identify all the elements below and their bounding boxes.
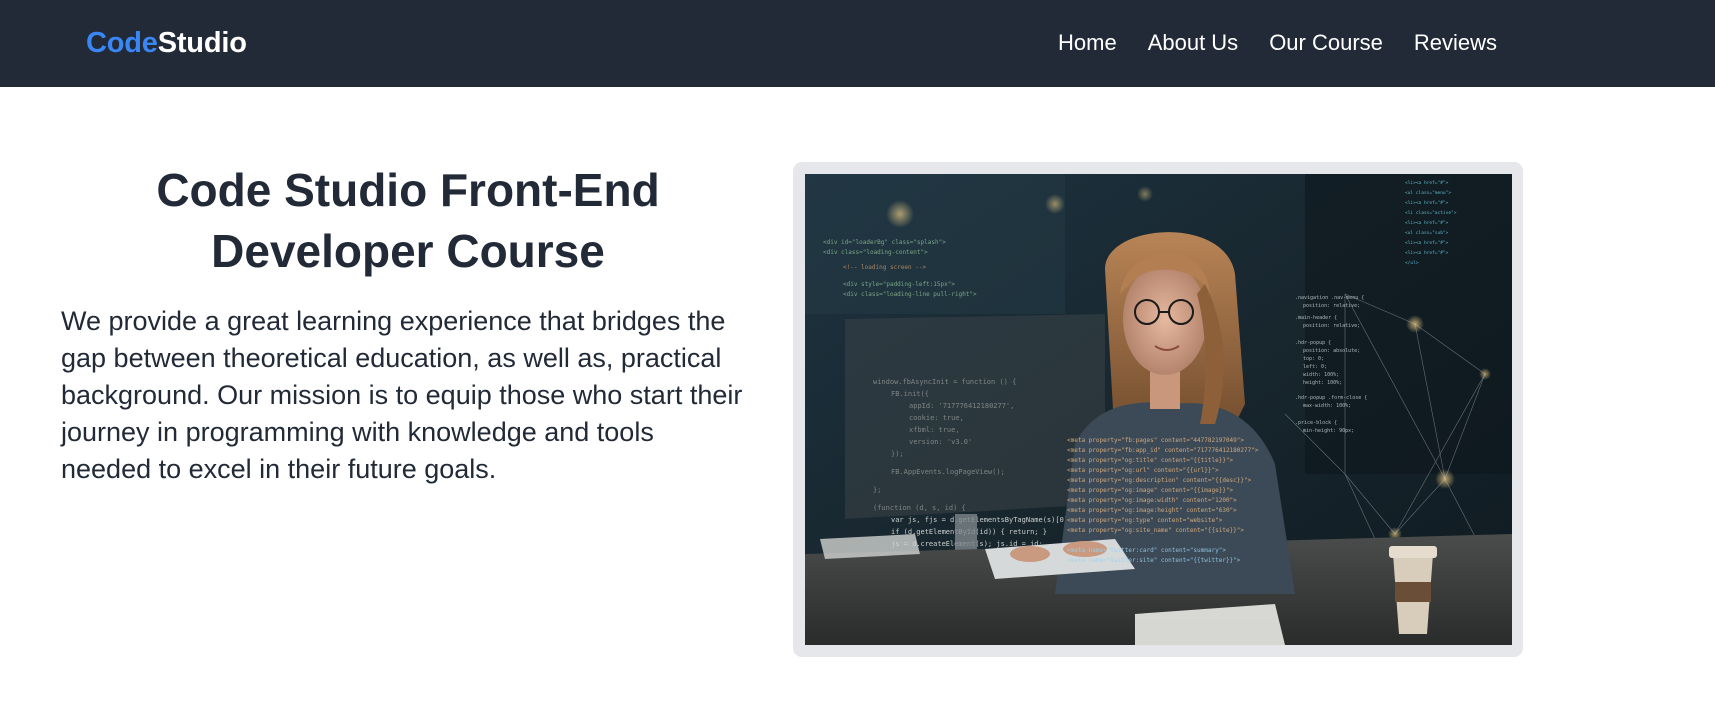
hero-title: Code Studio Front-End Developer Course xyxy=(61,160,751,282)
nav-item-about-us: About Us xyxy=(1148,28,1239,58)
svg-text:.navigation .nav-menu {: .navigation .nav-menu { xyxy=(1295,295,1364,301)
hero-image-card: <div id="loaderBg" class="splash"> <div … xyxy=(793,162,1523,657)
svg-text:<meta property="og:title" cont: <meta property="og:title" content="{{tit… xyxy=(1067,457,1234,464)
svg-text:<meta property="og:url" conten: <meta property="og:url" content="{{url}}… xyxy=(1067,467,1219,474)
svg-text:max-width: 100%;: max-width: 100%; xyxy=(1303,403,1351,409)
svg-text:position: relative;: position: relative; xyxy=(1303,323,1360,329)
svg-text:position: relative;: position: relative; xyxy=(1303,303,1360,309)
svg-text:top: 0;: top: 0; xyxy=(1303,356,1324,362)
svg-text:<!-- loading screen -->: <!-- loading screen --> xyxy=(843,264,926,271)
nav-item-home: Home xyxy=(1058,28,1117,58)
svg-text:<li class="active">: <li class="active"> xyxy=(1405,210,1457,216)
brand-logo[interactable]: CodeStudio xyxy=(86,24,247,62)
woman-coding-photo-illustration: <div id="loaderBg" class="splash"> <div … xyxy=(805,174,1512,645)
nav-link-our-course[interactable]: Our Course xyxy=(1269,30,1383,55)
svg-text:.main-header {: .main-header { xyxy=(1295,315,1337,321)
brand-logo-studio: Studio xyxy=(157,27,247,59)
svg-text:<meta name="twitter:site" cont: <meta name="twitter:site" content="{{twi… xyxy=(1067,557,1241,564)
svg-text:position: absolute;: position: absolute; xyxy=(1303,348,1360,354)
svg-text:<li><a href="#">: <li><a href="#"> xyxy=(1405,180,1449,186)
svg-text:var js, fjs = d.getElementsByT: var js, fjs = d.getElementsByTagName(s)[… xyxy=(891,516,1072,524)
main-nav: Home About Us Our Course Reviews xyxy=(1058,28,1497,58)
svg-text:left: 0;: left: 0; xyxy=(1303,364,1327,370)
svg-text:<div id="loaderBg" class="spla: <div id="loaderBg" class="splash"> xyxy=(823,239,946,246)
svg-text:</ul>: </ul> xyxy=(1405,260,1419,266)
svg-text:<meta name="twitter:card" cont: <meta name="twitter:card" content="summa… xyxy=(1067,547,1226,554)
svg-text:<ul class="menu">: <ul class="menu"> xyxy=(1405,190,1451,196)
hero-section: Code Studio Front-End Developer Course W… xyxy=(61,160,751,488)
hero-description: We provide a great learning experience t… xyxy=(61,306,743,484)
svg-text:<meta property="og:image" cont: <meta property="og:image" content="{{ima… xyxy=(1067,487,1234,494)
nav-item-reviews: Reviews xyxy=(1414,28,1497,58)
svg-text:width: 100%;: width: 100%; xyxy=(1303,372,1339,378)
svg-text:<div class="loading-content">: <div class="loading-content"> xyxy=(823,249,928,256)
svg-text:<li><a href="#">: <li><a href="#"> xyxy=(1405,220,1449,226)
svg-text:.hdr-popup .form-close {: .hdr-popup .form-close { xyxy=(1295,395,1367,401)
svg-text:<meta property="og:image:width: <meta property="og:image:width" content=… xyxy=(1067,497,1237,504)
svg-text:<li><a href="#">: <li><a href="#"> xyxy=(1405,250,1449,256)
nav-link-about-us[interactable]: About Us xyxy=(1148,30,1239,55)
svg-text:<meta property="fb:pages" cont: <meta property="fb:pages" content="44778… xyxy=(1067,437,1244,444)
nav-item-our-course: Our Course xyxy=(1269,28,1383,58)
svg-text:height: 100%;: height: 100%; xyxy=(1303,380,1342,386)
nav-link-reviews[interactable]: Reviews xyxy=(1414,30,1497,55)
brand-logo-code: Code xyxy=(86,27,158,59)
svg-text:<li><a href="#">: <li><a href="#"> xyxy=(1405,200,1449,206)
svg-text:<meta property="og:site_name": <meta property="og:site_name" content="{… xyxy=(1067,527,1244,534)
hero-title-line2: Developer Course xyxy=(211,225,605,277)
svg-text:<ul class="sub">: <ul class="sub"> xyxy=(1405,230,1449,236)
svg-text:<div class="loading-line pull-: <div class="loading-line pull-right"> xyxy=(843,291,977,298)
svg-text:.price-block {: .price-block { xyxy=(1295,420,1337,426)
svg-text:<meta property="fb:app_id" con: <meta property="fb:app_id" content="7177… xyxy=(1067,447,1259,454)
svg-text:<div style="padding-left:15px": <div style="padding-left:15px"> xyxy=(843,281,955,288)
svg-text:<meta property="og:image:heigh: <meta property="og:image:height" content… xyxy=(1067,507,1237,514)
svg-text:<li><a href="#">: <li><a href="#"> xyxy=(1405,240,1449,246)
hero-title-line1: Code Studio Front-End xyxy=(156,164,660,216)
hero-image: <div id="loaderBg" class="splash"> <div … xyxy=(805,174,1512,645)
top-navbar: CodeStudio Home About Us Our Course Revi… xyxy=(0,0,1715,87)
svg-text:.hdr-popup {: .hdr-popup { xyxy=(1295,340,1331,346)
nav-link-home[interactable]: Home xyxy=(1058,30,1117,55)
svg-text:<meta property="og:description: <meta property="og:description" content=… xyxy=(1067,477,1252,484)
svg-text:min-height: 90px;: min-height: 90px; xyxy=(1303,428,1354,434)
svg-text:<meta property="og:type" conte: <meta property="og:type" content="websit… xyxy=(1067,517,1223,524)
